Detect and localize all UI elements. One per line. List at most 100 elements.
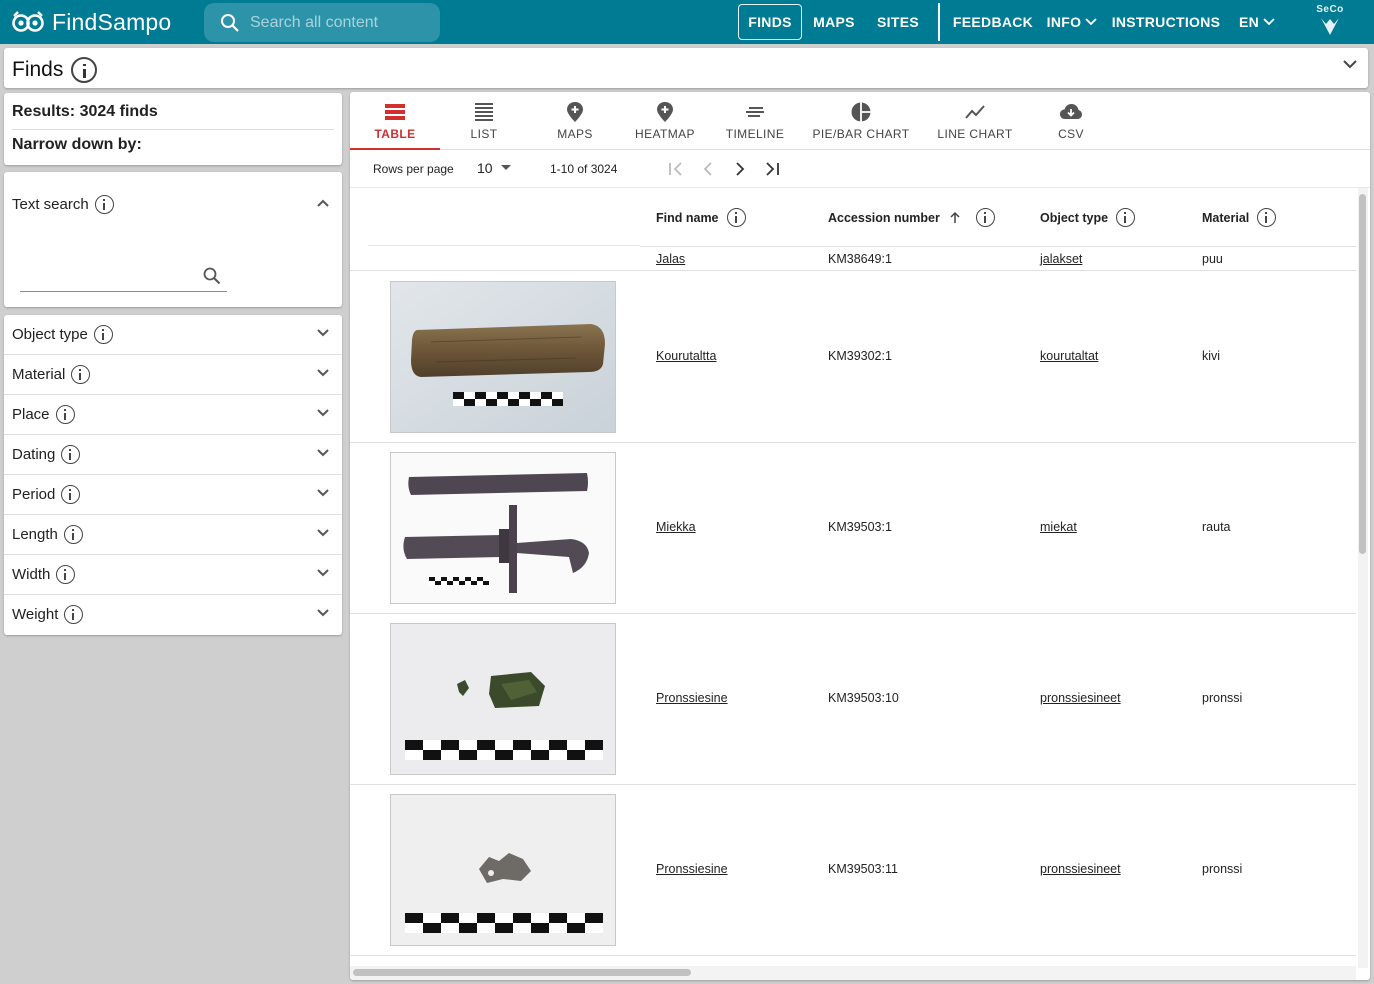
nav-finds[interactable]: FINDS xyxy=(738,4,802,40)
info-icon[interactable] xyxy=(56,565,76,584)
page-title: Finds xyxy=(12,57,98,83)
object-type-link[interactable]: kourutaltat xyxy=(1040,349,1098,363)
seco-logo[interactable]: SeCo xyxy=(1311,4,1349,40)
table-row: Miekka KM39503:1 miekat rauta xyxy=(350,443,1356,614)
info-icon[interactable] xyxy=(93,325,113,344)
timeline-icon xyxy=(746,107,764,117)
text-search-input[interactable] xyxy=(20,266,190,288)
info-icon[interactable] xyxy=(1116,208,1136,227)
find-image[interactable] xyxy=(390,623,616,775)
chevron-down-icon xyxy=(317,489,329,497)
tab-list[interactable]: LIST xyxy=(440,92,528,150)
facet-place[interactable]: Place xyxy=(4,395,342,435)
facet-weight[interactable]: Weight xyxy=(4,595,342,635)
object-type-link[interactable]: miekat xyxy=(1040,520,1077,534)
facets-panel: Object type Material Place Dating Period… xyxy=(4,315,342,635)
column-find-name[interactable]: Find name xyxy=(656,208,746,227)
find-image[interactable] xyxy=(390,281,616,433)
pagination: Rows per page 10 1-10 of 3024 xyxy=(350,150,1370,188)
info-icon[interactable] xyxy=(55,405,75,424)
chevron-down-icon xyxy=(317,329,329,337)
line-chart-icon xyxy=(965,105,985,119)
object-type-link[interactable]: pronssiesineet xyxy=(1040,691,1121,705)
scale-bar xyxy=(429,577,489,585)
last-page-icon[interactable] xyxy=(762,159,782,179)
facet-period[interactable]: Period xyxy=(4,475,342,515)
column-material[interactable]: Material xyxy=(1202,208,1277,227)
nav-instructions[interactable]: INSTRUCTIONS xyxy=(1110,4,1222,40)
accession-number: KM39302:1 xyxy=(828,349,892,363)
scrollbar-thumb[interactable] xyxy=(353,969,691,976)
info-icon[interactable] xyxy=(975,208,995,227)
object-type-link[interactable]: jalakset xyxy=(1040,252,1082,266)
info-icon[interactable] xyxy=(1257,208,1277,227)
nav-sites[interactable]: SITES xyxy=(872,4,924,40)
logo[interactable]: FindSampo xyxy=(12,7,171,37)
find-name-link[interactable]: Jalas xyxy=(656,252,685,266)
info-icon[interactable] xyxy=(726,208,746,227)
facet-length[interactable]: Length xyxy=(4,515,342,555)
nav-divider xyxy=(938,3,940,41)
divider xyxy=(12,129,334,130)
tab-pie-bar-chart[interactable]: PIE/BAR CHART xyxy=(802,92,920,150)
column-accession-number[interactable]: Accession number xyxy=(828,208,995,227)
info-icon[interactable] xyxy=(71,57,98,83)
vertical-scrollbar[interactable] xyxy=(1358,188,1368,968)
search-input[interactable] xyxy=(250,13,430,32)
scrollbar-thumb[interactable] xyxy=(1359,194,1366,554)
info-icon[interactable] xyxy=(64,605,84,624)
nav-maps[interactable]: MAPS xyxy=(808,4,860,40)
material-value: puu xyxy=(1202,252,1223,266)
tab-timeline[interactable]: TIMELINE xyxy=(710,92,800,150)
previous-page-icon[interactable] xyxy=(698,159,718,179)
facet-material[interactable]: Material xyxy=(4,355,342,395)
scale-bar xyxy=(453,392,563,406)
tab-maps[interactable]: MAPS xyxy=(530,92,620,150)
find-name-link[interactable]: Pronssiesine xyxy=(656,862,728,876)
chevron-down-icon xyxy=(317,529,329,537)
table-row: Pronssiesine KM39503:10 pronssiesineet p… xyxy=(350,614,1356,785)
info-icon[interactable] xyxy=(63,525,83,544)
tab-heatmap[interactable]: HEATMAP xyxy=(620,92,710,150)
tab-table[interactable]: TABLE xyxy=(350,92,440,150)
rows-per-page-select[interactable]: 10 xyxy=(477,160,511,176)
perspective-header[interactable]: Finds xyxy=(4,48,1368,88)
global-search[interactable] xyxy=(204,3,440,42)
next-page-icon[interactable] xyxy=(730,159,750,179)
horizontal-scrollbar[interactable] xyxy=(350,966,1356,980)
scale-bar xyxy=(405,740,603,760)
chevron-up-icon[interactable] xyxy=(316,198,330,208)
table-row: Pronssiesine KM39503:11 pronssiesineet p… xyxy=(350,785,1356,956)
info-icon[interactable] xyxy=(94,195,114,214)
object-type-link[interactable]: pronssiesineet xyxy=(1040,862,1121,876)
find-image[interactable] xyxy=(390,452,616,604)
find-name-link[interactable]: Kourutaltta xyxy=(656,349,716,363)
nav-feedback[interactable]: FEEDBACK xyxy=(952,4,1034,40)
info-icon[interactable] xyxy=(61,485,81,504)
find-name-link[interactable]: Pronssiesine xyxy=(656,691,728,705)
tab-line-chart[interactable]: LINE CHART xyxy=(930,92,1020,150)
results-view: TABLE LIST MAPS HEATMAP TIMELINE PIE/BAR… xyxy=(350,92,1370,980)
chevron-down-icon xyxy=(317,369,329,377)
accession-number: KM39503:1 xyxy=(828,520,892,534)
search-icon[interactable] xyxy=(203,267,221,285)
column-object-type[interactable]: Object type xyxy=(1040,208,1136,227)
chevron-down-icon[interactable] xyxy=(1342,58,1358,70)
chevron-down-icon xyxy=(317,409,329,417)
chevron-down-icon xyxy=(1085,18,1097,26)
nav-info[interactable]: INFO xyxy=(1043,4,1101,40)
facet-dating[interactable]: Dating xyxy=(4,435,342,475)
info-icon[interactable] xyxy=(71,365,91,384)
table-header: Find name Accession number Object type M… xyxy=(350,188,1356,247)
facet-object-type[interactable]: Object type xyxy=(4,315,342,355)
info-icon[interactable] xyxy=(61,445,81,464)
facet-width[interactable]: Width xyxy=(4,555,342,595)
first-page-icon[interactable] xyxy=(666,159,686,179)
text-search-field[interactable] xyxy=(20,262,227,292)
find-image[interactable] xyxy=(390,794,616,946)
find-name-link[interactable]: Miekka xyxy=(656,520,696,534)
nav-language[interactable]: EN xyxy=(1235,4,1279,40)
sort-ascending-icon[interactable] xyxy=(948,211,962,225)
dropdown-arrow-icon xyxy=(500,165,511,170)
tab-csv[interactable]: CSV xyxy=(1026,92,1116,150)
